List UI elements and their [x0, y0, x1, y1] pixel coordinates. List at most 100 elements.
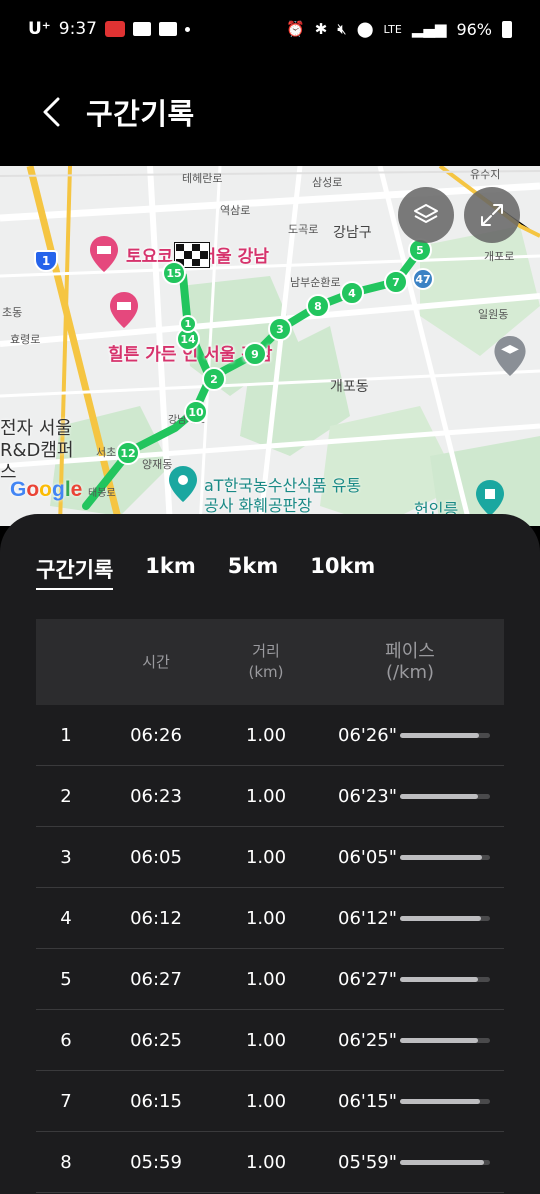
table-row: 3 06:05 1.00 06'05" — [36, 827, 504, 888]
row-distance: 1.00 — [245, 907, 287, 929]
row-pace-value: 06'15" — [338, 1090, 398, 1112]
mute-icon: 🔇︎ — [337, 20, 347, 38]
pace-bar-fill — [400, 1037, 479, 1043]
tab-segment-record[interactable]: 구간기록 — [36, 554, 114, 590]
row-index: 4 — [60, 907, 72, 929]
pace-bar-fill — [400, 1098, 481, 1104]
map-label-chodong: 초동 — [2, 306, 23, 319]
row-pace: 06'05" — [316, 847, 504, 868]
table-row: 7 06:15 1.00 06'15" — [36, 1071, 504, 1132]
row-time: 06:12 — [130, 907, 182, 929]
pace-bar-track — [400, 732, 490, 738]
table-row: 2 06:23 1.00 06'23" — [36, 766, 504, 827]
header-time: 시간 — [96, 652, 216, 673]
expand-icon — [481, 204, 503, 226]
card-notification-icon — [158, 22, 177, 36]
app-header: 구간기록 — [0, 58, 540, 166]
segment-marker: 4 — [340, 281, 364, 305]
school-pin-icon — [494, 336, 526, 376]
bluetooth-icon: ✱ — [314, 20, 328, 38]
signal-icon: ▂▄▆ — [411, 20, 447, 38]
map-label-yusuji: 유수지 — [470, 168, 501, 181]
header-pace-unit: (/km) — [385, 662, 435, 683]
tab-1km[interactable]: 1km — [145, 554, 195, 590]
pace-bar-track — [400, 976, 490, 982]
page-title: 구간기록 — [86, 97, 195, 131]
row-pace-value: 06'12" — [338, 907, 398, 929]
row-time: 06:27 — [130, 968, 182, 990]
battery-percent: 96% — [456, 19, 492, 39]
map-label-yangjae: 양재동 — [142, 458, 173, 471]
row-distance: 1.00 — [245, 846, 287, 868]
row-pace-value: 05'59" — [338, 1151, 398, 1173]
table-row: 1 06:26 1.00 06'26" — [36, 705, 504, 766]
table-row: 4 06:12 1.00 06'12" — [36, 888, 504, 949]
row-time: 06:23 — [130, 785, 182, 807]
map-label-dogok: 도곡로 — [288, 223, 319, 236]
row-distance: 1.00 — [245, 1029, 287, 1051]
map-label-ilwon: 일원동 — [478, 308, 509, 321]
row-pace: 06'26" — [316, 725, 504, 746]
header-pace-label: 페이스 — [385, 641, 435, 662]
map-label-teheran: 테헤란로 — [182, 172, 223, 185]
segment-tabs: 구간기록 1km 5km 10km — [36, 554, 375, 590]
header-distance-label: 거리 — [252, 642, 280, 660]
tab-5km[interactable]: 5km — [228, 554, 278, 590]
tab-10km[interactable]: 10km — [310, 554, 375, 590]
map-place-campus: 전자 서울 R&D캠퍼스 — [0, 418, 74, 483]
row-pace: 05'59" — [316, 1152, 504, 1173]
row-distance: 1.00 — [245, 1151, 287, 1173]
row-time: 06:26 — [130, 724, 182, 746]
row-pace-value: 06'23" — [338, 785, 398, 807]
map-label-gangnam-gu: 강남구 — [333, 225, 372, 241]
clock: 9:37 — [58, 19, 97, 39]
table-row: 5 06:27 1.00 06'27" — [36, 949, 504, 1010]
segment-marker: 3 — [268, 317, 292, 341]
location-icon: ⬤ — [356, 20, 374, 38]
row-index: 6 — [60, 1029, 72, 1051]
map-layers-button[interactable] — [398, 187, 454, 243]
table-header: 시간 거리 (km) 페이스 (/km) — [36, 619, 504, 705]
row-pace: 06'25" — [316, 1030, 504, 1051]
hotel-pin-icon — [90, 236, 118, 272]
pace-bar-track — [400, 915, 490, 921]
row-pace-value: 06'05" — [338, 846, 398, 868]
map-label-yeoksam: 역삼로 — [220, 204, 251, 217]
pace-bar-track — [400, 793, 490, 799]
pace-bar-track — [400, 854, 490, 860]
pace-bar-track — [400, 1037, 490, 1043]
row-distance: 1.00 — [245, 785, 287, 807]
row-time: 05:59 — [130, 1151, 182, 1173]
row-time: 06:15 — [130, 1090, 182, 1112]
row-index: 1 — [60, 724, 72, 746]
row-distance: 1.00 — [245, 968, 287, 990]
hotel-pin-icon — [110, 292, 138, 328]
pace-bar-fill — [400, 793, 479, 799]
table-row: 8 05:59 1.00 05'59" — [36, 1132, 504, 1193]
app-notification-icon — [104, 21, 125, 37]
segment-marker: 2 — [202, 367, 226, 391]
row-pace: 06'27" — [316, 969, 504, 990]
segment-panel: 구간기록 1km 5km 10km 시간 거리 (km) 페이스 (/km) 1 06… — [0, 514, 540, 1194]
row-distance: 1.00 — [245, 724, 287, 746]
segment-marker: 1 — [179, 315, 197, 333]
more-notifications-icon — [184, 26, 190, 32]
row-pace-value: 06'26" — [338, 724, 398, 746]
header-distance: 거리 (km) — [216, 641, 316, 683]
map-expand-button[interactable] — [464, 187, 520, 243]
segment-marker: 7 — [384, 270, 408, 294]
table-row: 6 06:25 1.00 06'25" — [36, 1010, 504, 1071]
segment-marker: 10 — [184, 400, 208, 424]
back-button[interactable] — [22, 82, 82, 142]
header-pace: 페이스 (/km) — [316, 641, 504, 683]
map-label-taebong: 태봉로 — [88, 488, 116, 499]
route-map[interactable]: 유수지 테헤란로 역삼로 도곡로 삼성로 강남구 남부순환로 개포로 일원동 개… — [0, 166, 540, 526]
camera-pin-icon — [169, 466, 197, 502]
battery-icon — [502, 20, 512, 38]
carrier-label: U⁺ — [28, 19, 51, 39]
row-index: 2 — [60, 785, 72, 807]
row-index: 7 — [60, 1090, 72, 1112]
row-pace: 06'15" — [316, 1091, 504, 1112]
row-pace: 06'23" — [316, 786, 504, 807]
map-label-gaepo-dong: 개포동 — [330, 379, 369, 395]
